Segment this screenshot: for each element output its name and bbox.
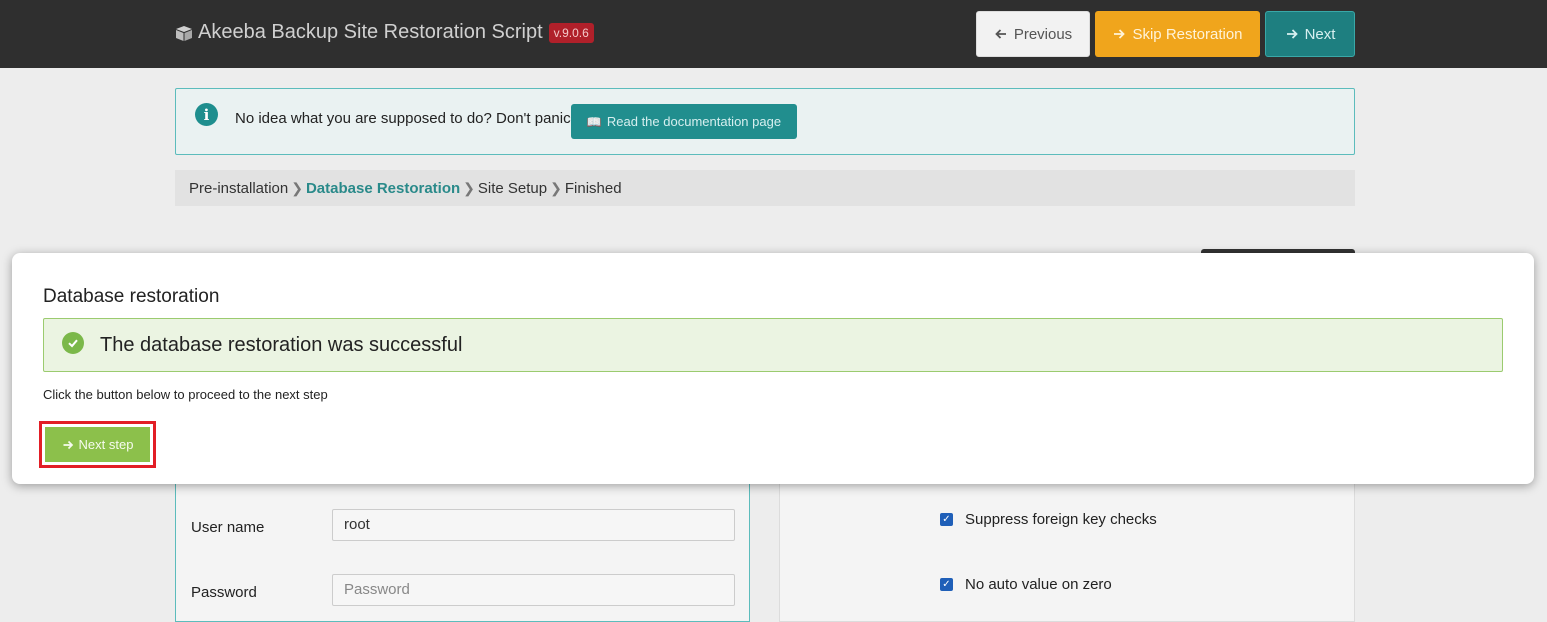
password-input[interactable]: Password [332, 574, 735, 606]
info-icon: i [195, 103, 218, 126]
read-documentation-label: Read the documentation page [606, 114, 782, 129]
previous-button-label: Previous [1013, 25, 1073, 43]
success-message: The database restoration was successful [100, 334, 463, 356]
skip-restoration-label: Skip Restoration [1132, 25, 1243, 43]
checkbox-checked[interactable]: ✓ [940, 513, 953, 526]
next-button[interactable]: Next [1265, 11, 1355, 57]
suppress-foreign-key-checks-label: Suppress foreign key checks [965, 511, 1157, 528]
brand: Akeeba Backup Site Restoration Script v.… [174, 21, 594, 44]
app-title: Akeeba Backup Site Restoration Script [198, 21, 543, 43]
options-panel: ✓ Suppress foreign key checks ✓ No auto … [779, 484, 1355, 622]
breadcrumb-item-database-restoration: Database Restoration [305, 179, 461, 197]
next-step-label: Next step [78, 437, 134, 452]
instruction-text: Click the button below to proceed to the… [43, 387, 328, 402]
breadcrumb-item-preinstallation: Pre-installation [189, 179, 289, 197]
next-step-button[interactable]: Next step [45, 427, 150, 462]
chevron-right-icon: ❯ [550, 179, 562, 196]
username-label: User name [191, 519, 265, 536]
chevron-right-icon: ❯ [291, 179, 303, 196]
checkbox-checked[interactable]: ✓ [940, 578, 953, 591]
version-badge: v.9.0.6 [548, 22, 594, 43]
top-bar: Akeeba Backup Site Restoration Script v.… [0, 0, 1547, 68]
breadcrumb-item-finished: Finished [564, 179, 622, 197]
arrow-left-icon [995, 29, 1006, 39]
no-auto-value-label: No auto value on zero [965, 576, 1112, 593]
info-text: No idea what you are supposed to do? Don… [235, 110, 575, 127]
success-alert: The database restoration was successful [43, 318, 1503, 372]
chevron-right-icon: ❯ [463, 179, 475, 196]
password-label: Password [191, 584, 257, 601]
arrow-right-icon [1286, 29, 1298, 39]
no-auto-value-option[interactable]: ✓ No auto value on zero [940, 576, 1112, 593]
arrow-right-icon [1114, 29, 1126, 39]
database-restoration-modal: Database restoration The database restor… [12, 253, 1534, 484]
read-documentation-button[interactable]: 📖 Read the documentation page [571, 104, 797, 139]
breadcrumb-item-site-setup: Site Setup [477, 179, 548, 197]
previous-button[interactable]: Previous [976, 11, 1090, 57]
connection-panel: User name root Password Password [175, 484, 750, 622]
arrow-right-icon [63, 440, 73, 449]
username-input[interactable]: root [332, 509, 735, 541]
modal-title: Database restoration [43, 286, 220, 307]
skip-restoration-button[interactable]: Skip Restoration [1095, 11, 1260, 57]
book-icon: 📖 [586, 114, 602, 129]
check-circle-icon [62, 332, 84, 354]
box-icon [176, 25, 192, 41]
suppress-foreign-key-checks-option[interactable]: ✓ Suppress foreign key checks [940, 511, 1157, 528]
next-step-highlight: Next step [39, 421, 156, 468]
breadcrumb: Pre-installation ❯ Database Restoration … [175, 170, 1355, 206]
info-alert: i No idea what you are supposed to do? D… [175, 88, 1355, 155]
next-button-label: Next [1304, 25, 1336, 43]
